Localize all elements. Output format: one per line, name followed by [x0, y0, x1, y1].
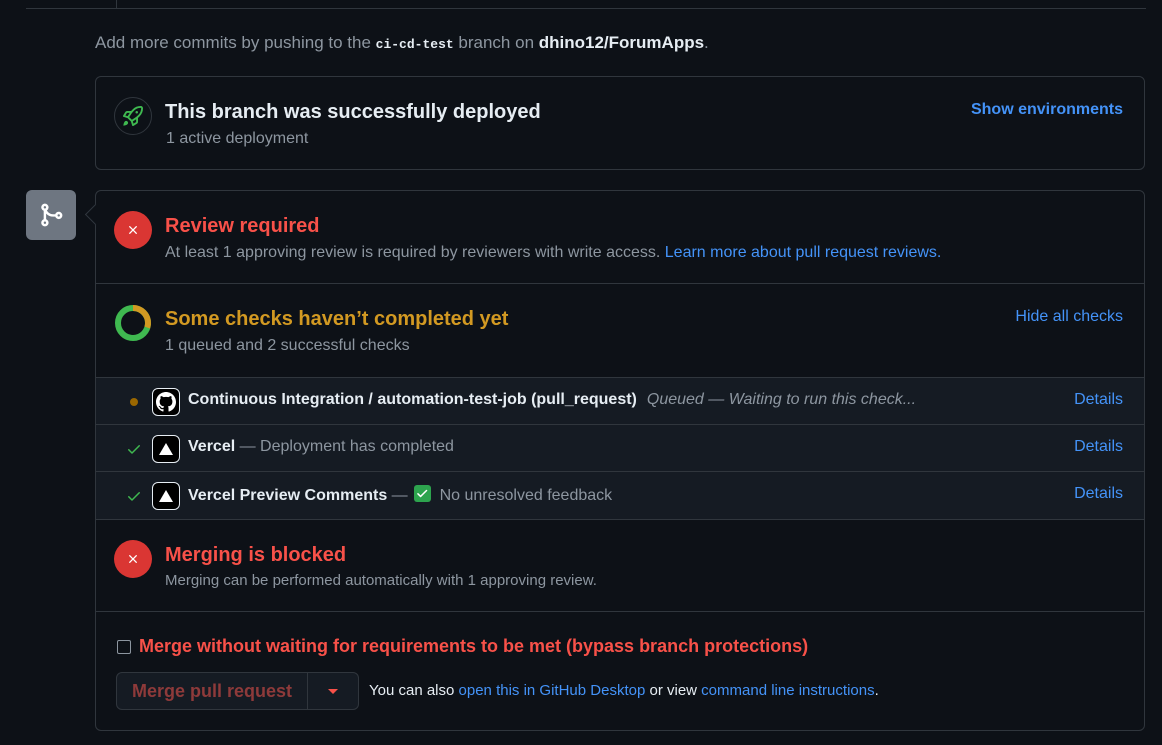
checks-section: Some checks haven’t completed yet 1 queu… [96, 284, 1144, 377]
review-title: Review required [165, 215, 320, 237]
merge-blocked-subtitle: Merging can be performed automatically w… [165, 572, 597, 589]
timeline-tick [116, 0, 117, 8]
check-icon [126, 488, 142, 504]
queued-dot-icon [126, 394, 142, 410]
check-details-link[interactable]: Details [1074, 391, 1123, 409]
merge-method-dropdown[interactable] [308, 672, 359, 710]
check-icon [126, 441, 142, 457]
x-circle-icon [114, 540, 152, 578]
merge-button-group: Merge pull request [116, 672, 359, 710]
check-name: Vercel Preview Comments — No unresolved … [188, 485, 613, 504]
merge-box: Review required At least 1 approving rev… [95, 190, 1145, 731]
bypass-checkbox[interactable] [117, 639, 131, 654]
check-details-link[interactable]: Details [1074, 438, 1123, 456]
vercel-icon [152, 482, 180, 510]
check-description: — Deployment has completed [239, 438, 454, 455]
check-name: Continuous Integration / automation-test… [188, 391, 917, 408]
repo-name: dhino12/ForumApps [538, 33, 705, 52]
deployment-box: This branch was successfully deployed 1 … [95, 76, 1145, 170]
rocket-icon [114, 97, 152, 135]
deployment-title: This branch was successfully deployed [165, 101, 541, 123]
github-icon [152, 388, 180, 416]
git-merge-icon [26, 190, 76, 240]
check-details-link[interactable]: Details [1074, 485, 1123, 503]
triangle-down-icon [328, 688, 338, 694]
review-section: Review required At least 1 approving rev… [96, 191, 1144, 284]
check-name: Vercel — Deployment has completed [188, 438, 454, 455]
merge-pull-request-button[interactable]: Merge pull request [116, 672, 308, 710]
check-row: Vercel Preview Comments — No unresolved … [96, 471, 1144, 519]
alternatives-text: You can also open this in GitHub Desktop… [369, 682, 879, 699]
check-description: No unresolved feedback [439, 487, 613, 504]
push-hint: Add more commits by pushing to the ci-cd… [95, 33, 709, 52]
review-subtitle: At least 1 approving review is required … [165, 244, 942, 261]
open-github-desktop-link[interactable]: open this in GitHub Desktop [459, 682, 646, 699]
check-description: Queued — Waiting to run this check... [646, 391, 917, 408]
learn-more-link[interactable]: Learn more about pull request reviews. [665, 244, 942, 261]
timeline-divider [26, 8, 1146, 9]
vercel-icon [152, 435, 180, 463]
merge-blocked-title: Merging is blocked [165, 544, 347, 566]
white-check-mark-icon [414, 485, 432, 502]
merge-blocked-section: Merging is blocked Merging can be perfor… [96, 519, 1144, 612]
bypass-option[interactable]: Merge without waiting for requirements t… [117, 636, 808, 657]
branch-name: ci-cd-test [375, 37, 454, 52]
checks-subtitle: 1 queued and 2 successful checks [165, 337, 410, 354]
hide-all-checks-link[interactable]: Hide all checks [1015, 308, 1123, 326]
command-line-instructions-link[interactable]: command line instructions [701, 682, 874, 699]
checks-progress-icon [115, 304, 151, 341]
checks-title: Some checks haven’t completed yet [165, 308, 509, 330]
check-row: Continuous Integration / automation-test… [96, 377, 1144, 424]
x-circle-icon [114, 211, 152, 249]
deployment-subtitle: 1 active deployment [166, 130, 309, 147]
show-environments-link[interactable]: Show environments [971, 101, 1123, 119]
bypass-label[interactable]: Merge without waiting for requirements t… [139, 636, 808, 657]
check-row: Vercel — Deployment has completed Detail… [96, 424, 1144, 471]
